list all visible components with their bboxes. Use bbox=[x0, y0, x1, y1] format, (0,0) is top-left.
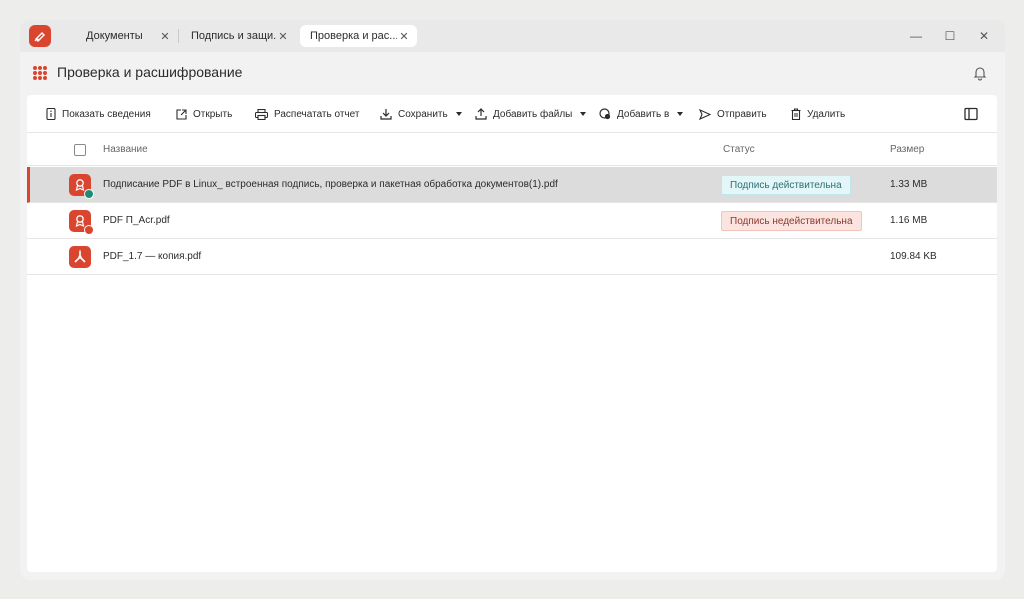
trash-icon bbox=[791, 108, 801, 120]
chevron-down-icon bbox=[677, 112, 684, 116]
file-name: PDF П_Acr.pdf bbox=[103, 215, 170, 226]
file-size: 109.84 KB bbox=[890, 251, 937, 262]
print-report-button[interactable]: Распечатать отчет bbox=[255, 106, 359, 122]
add-to-label: Добавить в bbox=[617, 108, 670, 120]
minimize-button[interactable]: — bbox=[908, 28, 924, 44]
add-to-icon bbox=[599, 108, 611, 120]
table-header: Название Статус Размер bbox=[27, 133, 997, 166]
add-to-button[interactable]: Добавить в bbox=[599, 106, 684, 122]
acrobat-icon bbox=[74, 250, 86, 263]
delete-label: Удалить bbox=[807, 108, 846, 120]
status-badge: Подпись недействительна bbox=[721, 211, 862, 231]
invalid-x-icon bbox=[84, 225, 94, 235]
printer-icon bbox=[255, 108, 268, 120]
add-files-label: Добавить файлы bbox=[493, 108, 573, 120]
tab-label: Проверка и рас... bbox=[310, 30, 397, 42]
table-row[interactable]: Подписание PDF в Linux_ встроенная подпи… bbox=[27, 167, 997, 203]
bell-icon[interactable] bbox=[972, 65, 988, 81]
save-button[interactable]: Сохранить bbox=[380, 106, 462, 122]
apps-menu-icon[interactable] bbox=[33, 66, 47, 80]
maximize-button[interactable]: ☐ bbox=[942, 28, 958, 44]
send-icon bbox=[699, 108, 711, 120]
tab-documents[interactable]: Документы ✕ bbox=[74, 25, 178, 47]
file-list-panel: Показать сведения Открыть Распечатать от… bbox=[27, 95, 997, 572]
tab-verify-decrypt[interactable]: Проверка и рас... ✕ bbox=[300, 25, 417, 47]
toolbar: Показать сведения Открыть Распечатать от… bbox=[27, 95, 997, 133]
column-status[interactable]: Статус bbox=[723, 144, 755, 155]
close-icon[interactable]: ✕ bbox=[158, 29, 172, 43]
delete-button[interactable]: Удалить bbox=[791, 106, 845, 122]
page-header: Проверка и расшифрование bbox=[20, 52, 1005, 94]
close-icon[interactable]: ✕ bbox=[276, 29, 290, 43]
file-name: PDF_1.7 — копия.pdf bbox=[103, 251, 202, 262]
signed-pdf-icon bbox=[69, 210, 94, 235]
chevron-down-icon bbox=[455, 112, 462, 116]
add-files-button[interactable]: Добавить файлы bbox=[475, 106, 587, 122]
tab-label: Документы bbox=[86, 30, 143, 42]
app-logo bbox=[29, 25, 51, 47]
title-bar: Документы ✕ Подпись и защи... ✕ Проверка… bbox=[20, 20, 1005, 52]
page-title: Проверка и расшифрование bbox=[57, 64, 243, 80]
upload-icon bbox=[475, 108, 487, 120]
print-report-label: Распечатать отчет bbox=[274, 108, 360, 120]
pdf-file-icon bbox=[69, 246, 91, 268]
show-info-label: Показать сведения bbox=[62, 108, 151, 120]
close-window-button[interactable]: ✕ bbox=[976, 28, 992, 44]
save-label: Сохранить bbox=[398, 108, 448, 120]
download-icon bbox=[380, 109, 392, 120]
show-info-button[interactable]: Показать сведения bbox=[46, 106, 151, 122]
tab-label: Подпись и защи... bbox=[191, 30, 276, 42]
open-button[interactable]: Открыть bbox=[176, 106, 232, 122]
table-row[interactable]: PDF_1.7 — копия.pdf 109.84 KB bbox=[27, 239, 997, 275]
select-all-checkbox[interactable] bbox=[74, 144, 86, 156]
app-window: Документы ✕ Подпись и защи... ✕ Проверка… bbox=[20, 20, 1005, 580]
file-size: 1.33 MB bbox=[890, 179, 928, 190]
document-info-icon bbox=[46, 108, 56, 120]
signed-pdf-icon bbox=[69, 174, 94, 199]
side-panel-icon[interactable] bbox=[964, 107, 978, 121]
send-button[interactable]: Отправить bbox=[699, 106, 767, 122]
column-size[interactable]: Размер bbox=[890, 144, 924, 155]
tab-sign-protect[interactable]: Подпись и защи... ✕ bbox=[181, 25, 296, 47]
tab-divider bbox=[178, 29, 179, 43]
valid-check-icon bbox=[84, 189, 94, 199]
status-badge: Подпись действительна bbox=[721, 175, 851, 195]
external-link-icon bbox=[176, 108, 187, 120]
open-label: Открыть bbox=[193, 108, 233, 120]
send-label: Отправить bbox=[717, 108, 767, 120]
table-row[interactable]: PDF П_Acr.pdf Подпись недействительна 1.… bbox=[27, 203, 997, 239]
chevron-down-icon bbox=[580, 112, 587, 116]
pen-sign-icon bbox=[34, 32, 45, 42]
column-name[interactable]: Название bbox=[103, 144, 148, 155]
close-icon[interactable]: ✕ bbox=[397, 29, 411, 43]
file-size: 1.16 MB bbox=[890, 215, 928, 226]
file-name: Подписание PDF в Linux_ встроенная подпи… bbox=[103, 179, 558, 190]
